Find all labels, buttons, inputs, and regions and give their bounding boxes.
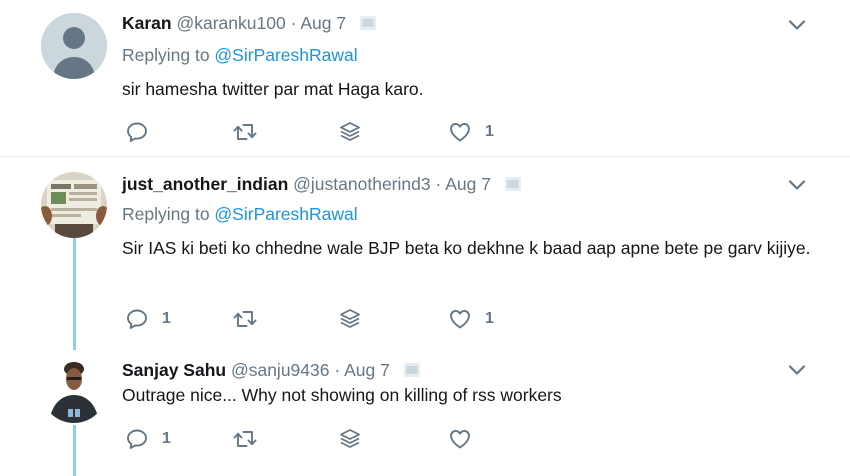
- card-icon: [359, 15, 377, 31]
- newspaper-photo-avatar-icon: [41, 172, 107, 238]
- tweet-header: Karan @karanku100 · Aug 7: [122, 13, 377, 34]
- display-name[interactable]: Sanjay Sahu: [122, 360, 226, 380]
- direct-message-button[interactable]: [338, 426, 362, 452]
- mention-link[interactable]: @SirPareshRawal: [214, 204, 357, 224]
- replying-to: Replying to @SirPareshRawal: [122, 45, 358, 66]
- reply-icon: [125, 307, 149, 331]
- avatar[interactable]: [41, 13, 107, 79]
- tweet[interactable]: Sanjay Sahu @sanju9436 · Aug 7 Outrage n…: [0, 347, 850, 476]
- card-icon: [403, 362, 421, 378]
- tweet-text: Outrage nice... Why not showing on killi…: [122, 385, 562, 405]
- tweet-date[interactable]: Aug 7: [300, 13, 346, 33]
- direct-message-icon: [338, 307, 362, 331]
- display-name[interactable]: Karan: [122, 13, 172, 33]
- retweet-icon: [232, 307, 258, 331]
- retweet-button[interactable]: [232, 306, 271, 332]
- chevron-down-icon[interactable]: [788, 179, 806, 191]
- username[interactable]: @karanku100: [176, 13, 285, 33]
- replying-to-label: Replying to: [122, 45, 215, 65]
- tweet-text: Sir IAS ki beti ko chhedne wale BJP beta…: [122, 238, 811, 258]
- replying-to: Replying to @SirPareshRawal: [122, 204, 358, 225]
- tweet-header: Sanjay Sahu @sanju9436 · Aug 7: [122, 360, 421, 381]
- direct-message-icon: [338, 427, 362, 451]
- tweet-actions: 1: [122, 119, 622, 145]
- replying-to-label: Replying to: [122, 204, 215, 224]
- reply-icon: [125, 120, 149, 144]
- reply-button[interactable]: [125, 119, 162, 145]
- reply-icon: [125, 427, 149, 451]
- tweet-date[interactable]: Aug 7: [445, 174, 491, 194]
- retweet-button[interactable]: [232, 426, 271, 452]
- avatar[interactable]: [41, 357, 107, 423]
- display-name[interactable]: just_another_indian: [122, 174, 288, 194]
- card-icon: [504, 176, 522, 192]
- retweet-icon: [232, 427, 258, 451]
- reply-button[interactable]: 1: [125, 426, 171, 452]
- retweet-icon: [232, 120, 258, 144]
- person-photo-avatar-icon: [41, 357, 107, 423]
- reply-count: 1: [162, 430, 171, 447]
- heart-icon: [448, 307, 472, 331]
- like-button[interactable]: [448, 426, 485, 452]
- direct-message-button[interactable]: [338, 306, 362, 332]
- chevron-down-icon[interactable]: [788, 19, 806, 31]
- separator-dot: ·: [334, 360, 341, 380]
- tweet[interactable]: just_another_indian @justanotherind3 · A…: [0, 157, 850, 347]
- reply-button[interactable]: 1: [125, 306, 171, 332]
- avatar[interactable]: [41, 172, 107, 238]
- direct-message-button[interactable]: [338, 119, 362, 145]
- tweet-actions: 1: [122, 426, 622, 452]
- retweet-button[interactable]: [232, 119, 271, 145]
- like-count: 1: [485, 123, 494, 140]
- tweet-header: just_another_indian @justanotherind3 · A…: [122, 174, 522, 195]
- username[interactable]: @sanju9436: [231, 360, 330, 380]
- mention-link[interactable]: @SirPareshRawal: [214, 45, 357, 65]
- username[interactable]: @justanotherind3: [293, 174, 430, 194]
- like-button[interactable]: 1: [448, 119, 494, 145]
- heart-icon: [448, 120, 472, 144]
- heart-icon: [448, 427, 472, 451]
- separator-dot: ·: [290, 13, 297, 33]
- tweet[interactable]: Karan @karanku100 · Aug 7 Replying to @S…: [0, 0, 850, 156]
- chevron-down-icon[interactable]: [788, 364, 806, 376]
- direct-message-icon: [338, 120, 362, 144]
- like-button[interactable]: 1: [448, 306, 494, 332]
- tweet-text: sir hamesha twitter par mat Haga karo.: [122, 79, 424, 99]
- tweet-actions: 1 1: [122, 306, 622, 332]
- reply-count: 1: [162, 310, 171, 327]
- default-profile-avatar-icon: [41, 13, 107, 79]
- separator-dot: ·: [435, 174, 442, 194]
- like-count: 1: [485, 310, 494, 327]
- tweet-date[interactable]: Aug 7: [344, 360, 390, 380]
